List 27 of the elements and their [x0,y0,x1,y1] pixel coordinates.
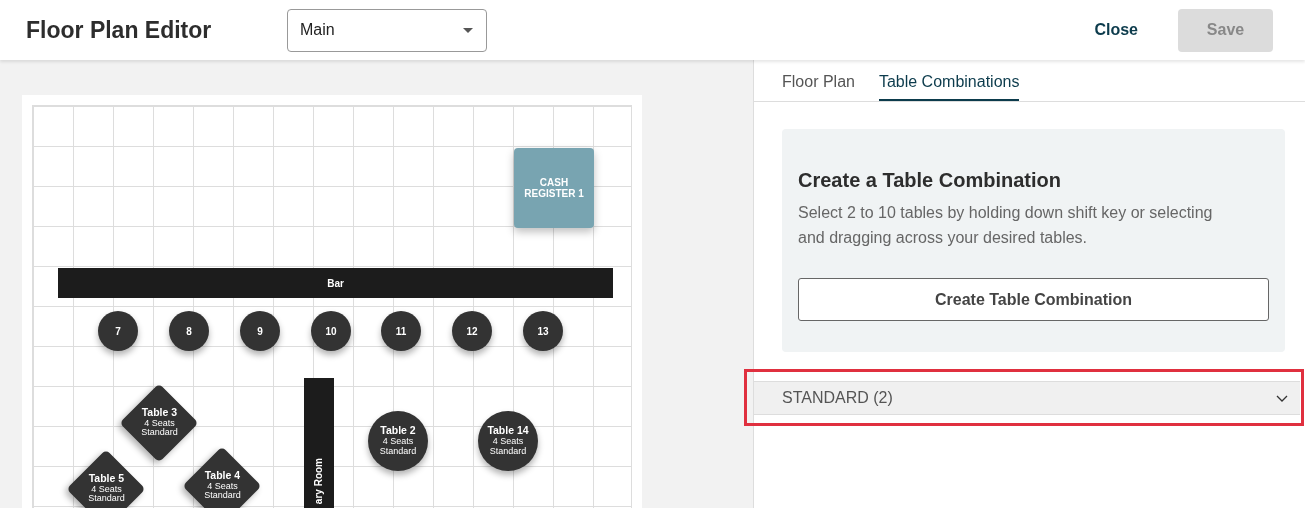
round-table[interactable]: Table 14 4 Seats Standard [478,411,538,471]
square-table[interactable]: Table 5 4 Seats Standard [66,449,146,508]
bar-seat[interactable]: 9 [240,311,280,351]
table-label: Table 5 4 Seats Standard [87,473,125,505]
round-table[interactable]: Table 2 4 Seats Standard [368,411,428,471]
table-label: Table 3 4 Seats Standard [140,407,178,439]
bar-seat[interactable]: 11 [381,311,421,351]
floor-dropdown[interactable]: Main [287,8,487,52]
square-table[interactable]: Table 4 4 Seats Standard [182,446,262,508]
page-title: Floor Plan Editor [26,16,213,44]
create-combination-button[interactable]: Create Table Combination [798,278,1269,321]
tab[interactable]: Floor Plan [782,73,855,101]
bar-seat[interactable]: 12 [452,311,492,351]
divider-label: ary Room [313,457,325,504]
close-button[interactable]: Close [1090,17,1142,43]
bar-seat[interactable]: 10 [311,311,351,351]
card-title: Create a Table Combination [798,169,1062,192]
bar-seat[interactable]: 7 [98,311,138,351]
bar-counter[interactable]: Bar [58,268,613,298]
section-header[interactable]: STANDARD (2) [754,381,1300,415]
bar-seat[interactable]: 13 [523,311,563,351]
tab[interactable]: Table Combinations [878,73,1020,101]
card-text: Select 2 to 10 tables by holding down shift key or selecting and dragging across your desired tables. [798,203,1214,248]
square-table[interactable]: Table 3 4 Seats Standard [119,383,199,463]
table-label: Table 4 4 Seats Standard [203,470,241,502]
bar-seat[interactable]: 8 [169,311,209,351]
caret-icon [463,27,473,33]
